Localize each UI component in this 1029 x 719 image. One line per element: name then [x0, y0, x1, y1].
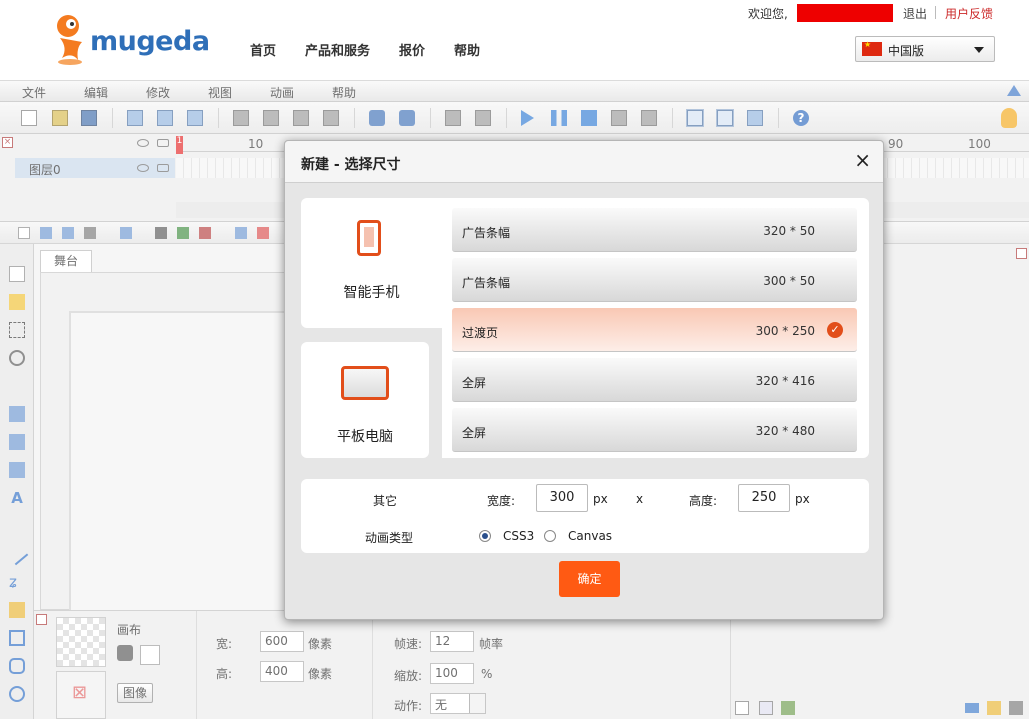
device-label: 智能手机 — [343, 285, 400, 301]
chevron-down-icon — [974, 47, 984, 53]
custom-width-input[interactable]: 300 — [536, 484, 588, 512]
size-option[interactable]: 全屏 320 * 416 — [452, 358, 857, 402]
device-label: 平板电脑 — [337, 429, 393, 445]
size-option[interactable]: 全屏 320 * 480 — [452, 408, 857, 452]
confirm-button[interactable]: 确定 — [559, 561, 620, 597]
animation-type-label: 动画类型 — [365, 531, 414, 545]
size-option[interactable]: 广告条幅 300 * 50 — [452, 258, 857, 302]
user-name-redacted[interactable] — [797, 4, 893, 22]
width-unit: px — [593, 492, 608, 506]
size-name: 全屏 — [462, 426, 487, 440]
times-sign: x — [636, 492, 644, 506]
size-name: 广告条幅 — [462, 276, 511, 290]
custom-size-panel: 其它 宽度: 300 px x 高度: 250 px 动画类型 CSS3 Can… — [301, 479, 869, 553]
nav-help[interactable]: 帮助 — [454, 40, 480, 59]
height-unit: px — [795, 492, 810, 506]
nav-products[interactable]: 产品和服务 — [305, 40, 370, 59]
size-dimensions: 320 * 50 — [763, 224, 815, 238]
feedback-link[interactable]: 用户反馈 — [945, 5, 993, 22]
nav-pricing[interactable]: 报价 — [399, 40, 425, 59]
language-label: 中国版 — [888, 44, 925, 58]
size-dimensions: 300 * 50 — [763, 274, 815, 288]
china-flag-icon — [862, 40, 882, 56]
custom-height-input[interactable]: 250 — [738, 484, 790, 512]
mascot-icon — [57, 15, 82, 65]
logout-link[interactable]: 退出 — [903, 5, 927, 22]
size-dimensions: 300 * 250 — [755, 324, 815, 338]
height-label: 高度: — [689, 494, 718, 508]
size-dimensions: 320 * 480 — [755, 424, 815, 438]
close-icon[interactable]: × — [854, 150, 871, 170]
nav-home[interactable]: 首页 — [250, 40, 276, 59]
radio-css3[interactable] — [479, 530, 491, 542]
size-name: 广告条幅 — [462, 226, 511, 240]
site-header: mugeda 首页 产品和服务 报价 帮助 欢迎您, 退出 用户反馈 中国版 — [0, 0, 1029, 80]
dialog-header: 新建 - 选择尺寸 × — [285, 141, 883, 183]
tablet-icon — [341, 366, 389, 400]
dialog-title: 新建 - 选择尺寸 — [301, 157, 401, 173]
mugeda-logo[interactable]: mugeda — [52, 12, 210, 66]
size-dimensions: 320 * 416 — [755, 374, 815, 388]
smartphone-icon — [357, 220, 381, 256]
radio-canvas-label[interactable]: Canvas — [568, 529, 612, 543]
divider — [935, 6, 936, 19]
main-nav: 首页 产品和服务 报价 帮助 — [250, 40, 509, 59]
size-name: 过渡页 — [462, 326, 499, 340]
other-label: 其它 — [373, 494, 398, 508]
size-option[interactable]: 广告条幅 320 * 50 — [452, 208, 857, 252]
device-tablet[interactable]: 平板电脑 — [301, 342, 429, 458]
device-smartphone[interactable]: 智能手机 — [301, 198, 442, 328]
new-size-dialog: 新建 - 选择尺寸 × 智能手机 平板电脑 广告条幅 320 * 50 广告条幅… — [284, 140, 884, 620]
width-label: 宽度: — [487, 494, 516, 508]
logo-text: mugeda — [90, 26, 210, 57]
welcome-text: 欢迎您, — [748, 7, 788, 21]
size-name: 全屏 — [462, 376, 487, 390]
checkmark-icon: ✓ — [827, 322, 843, 338]
radio-canvas[interactable] — [544, 530, 556, 542]
language-select[interactable]: 中国版 — [855, 36, 995, 62]
size-list: 广告条幅 320 * 50 广告条幅 300 * 50 过渡页 300 * 25… — [442, 198, 869, 458]
size-option-selected[interactable]: 过渡页 300 * 250 ✓ — [452, 308, 857, 352]
radio-css3-label[interactable]: CSS3 — [503, 529, 534, 543]
